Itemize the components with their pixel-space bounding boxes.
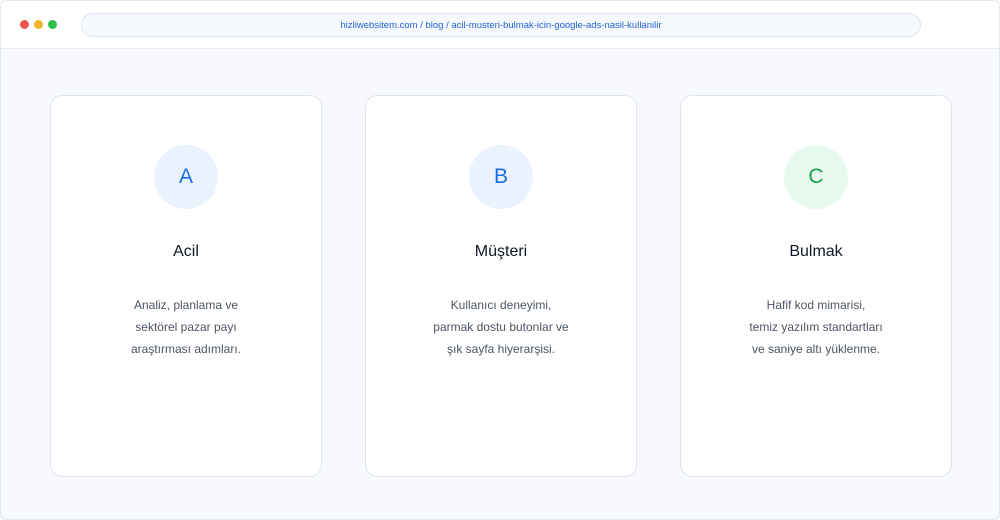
feature-card-bulmak: C Bulmak Hafif kod mimarisi, temiz yazıl… [680,95,952,477]
card-description: Analiz, planlama ve sektörel pazar payı … [51,294,321,360]
card-badge: C [784,145,848,209]
address-url: hizliwebsitem.com / blog / acil-musteri-… [340,19,662,31]
card-description: Kullanıcı deneyimi, parmak dostu butonla… [366,294,636,360]
browser-window: hizliwebsitem.com / blog / acil-musteri-… [0,0,1000,520]
card-title: Müşteri [474,243,528,260]
card-description-line: ve saniye altı yüklenme. [751,342,881,356]
minimize-window-button[interactable] [34,20,43,29]
close-window-button[interactable] [20,20,29,29]
browser-titlebar: hizliwebsitem.com / blog / acil-musteri-… [1,1,999,49]
card-title: Acil [173,243,199,260]
card-description-line: temiz yazılım standartları [749,320,883,334]
maximize-window-button[interactable] [48,20,57,29]
card-title: Bulmak [789,243,843,260]
card-description-line: Hafif kod mimarisi, [766,298,866,312]
card-description-line: araştırması adımları. [130,342,242,356]
card-badge: B [469,145,533,209]
address-bar[interactable]: hizliwebsitem.com / blog / acil-musteri-… [81,13,921,37]
card-description-line: şık sayfa hiyerarşisi. [446,342,556,356]
card-description-line: sektörel pazar payı [135,320,237,334]
feature-card-acil: A Acil Analiz, planlama ve sektörel paza… [50,95,322,477]
card-description-line: Kullanıcı deneyimi, [450,298,552,312]
feature-card-musteri: B Müşteri Kullanıcı deneyimi, parmak dos… [365,95,637,477]
window-controls [20,20,57,29]
card-description: Hafif kod mimarisi, temiz yazılım standa… [681,294,951,360]
card-badge: A [154,145,218,209]
card-description-line: parmak dostu butonlar ve [433,320,569,334]
feature-cards: A Acil Analiz, planlama ve sektörel paza… [50,95,952,477]
card-description-line: Analiz, planlama ve [133,298,239,312]
